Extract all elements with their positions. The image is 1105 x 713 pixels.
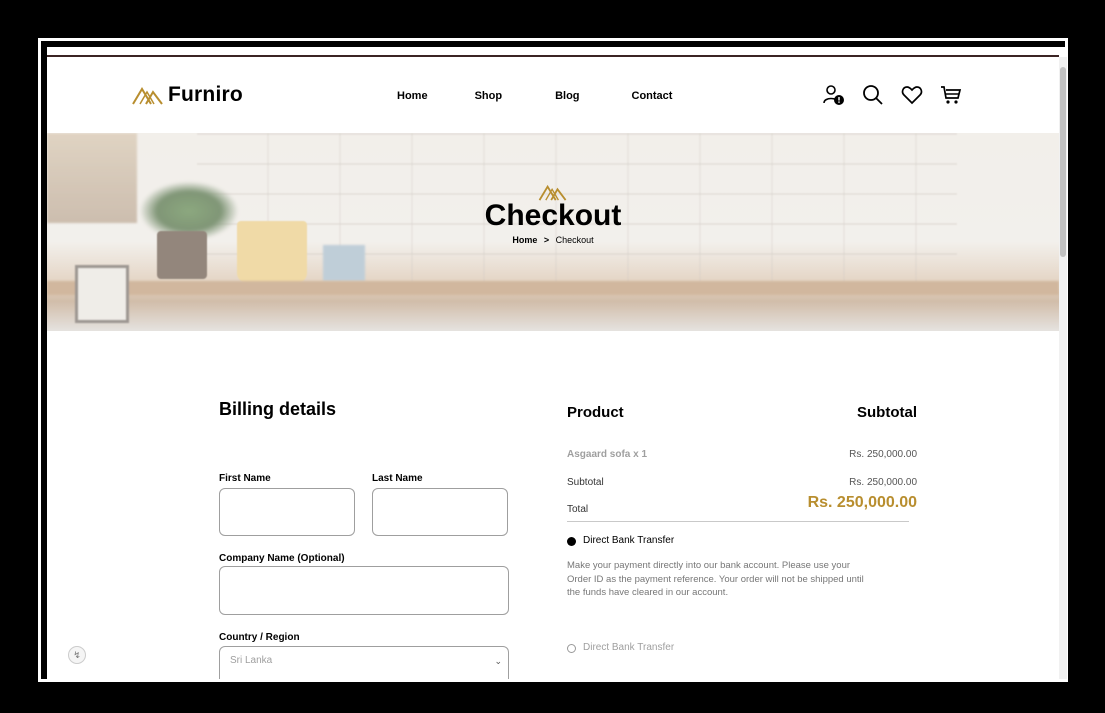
chevron-down-icon: ⌄ <box>494 656 502 666</box>
payment-option-bank-transfer-2[interactable]: Direct Bank Transfer <box>583 642 674 653</box>
payment-radio-bank-transfer[interactable] <box>567 537 576 546</box>
breadcrumb: Home > Checkout <box>47 235 1059 245</box>
billing-title: Billing details <box>219 399 337 419</box>
last-name-label: Last Name <box>372 473 423 484</box>
brand-name: Furniro <box>168 83 243 106</box>
page-scrollbar[interactable] <box>1059 57 1067 679</box>
search-icon[interactable] <box>861 83 885 107</box>
payment-option-bank-transfer[interactable]: Direct Bank Transfer <box>583 535 674 546</box>
payment-description: Make your payment directly into our bank… <box>567 560 864 598</box>
user-alert-icon[interactable] <box>822 83 846 107</box>
brand-logo[interactable]: Furniro <box>132 83 243 107</box>
subtotal-value: Rs. 250,000.00 <box>849 477 917 488</box>
breadcrumb-home[interactable]: Home <box>512 235 537 245</box>
country-value: Sri Lanka <box>230 655 273 666</box>
payment-radio-bank-transfer-2[interactable] <box>567 644 576 653</box>
breadcrumb-separator: > <box>543 235 550 245</box>
order-divider <box>567 521 909 522</box>
last-name-input[interactable] <box>372 488 508 536</box>
heart-icon[interactable] <box>900 83 924 107</box>
cart-icon[interactable] <box>939 83 963 107</box>
lightning-icon[interactable]: ↯ <box>68 646 86 664</box>
nav-contact[interactable]: Contact <box>632 90 673 102</box>
checkout-banner: Checkout Home > Checkout <box>47 133 1059 331</box>
header-icons <box>822 83 963 107</box>
subtotal-header: Subtotal <box>857 404 917 421</box>
order-item-label: Asgaard sofa x 1 <box>567 449 648 460</box>
company-name-label: Company Name (Optional) <box>219 553 345 564</box>
nav-home[interactable]: Home <box>397 90 428 102</box>
first-name-input[interactable] <box>219 488 355 536</box>
browser-viewport: Furniro Home Shop Blog Contact Checkout … <box>47 47 1067 679</box>
furniro-logo-icon <box>132 85 164 105</box>
banner-content: Checkout Home > Checkout <box>47 183 1059 245</box>
scrollbar-thumb[interactable] <box>1060 67 1066 257</box>
country-label: Country / Region <box>219 632 300 643</box>
total-label: Total <box>567 504 589 515</box>
page-title: Checkout <box>484 199 622 232</box>
nav-blog[interactable]: Blog <box>555 90 579 102</box>
total-value: Rs. 250,000.00 <box>807 494 917 511</box>
site-header: Furniro Home Shop Blog Contact <box>47 57 1059 133</box>
first-name-label: First Name <box>219 473 271 484</box>
product-header: Product <box>567 404 624 421</box>
main-nav: Home Shop Blog Contact <box>397 90 672 102</box>
company-name-input[interactable] <box>219 566 509 615</box>
country-select[interactable]: Sri Lanka ⌄ <box>219 646 509 679</box>
breadcrumb-current: Checkout <box>555 235 594 245</box>
order-item-price: Rs. 250,000.00 <box>849 449 917 460</box>
nav-shop[interactable]: Shop <box>475 90 503 102</box>
subtotal-label: Subtotal <box>567 477 604 488</box>
